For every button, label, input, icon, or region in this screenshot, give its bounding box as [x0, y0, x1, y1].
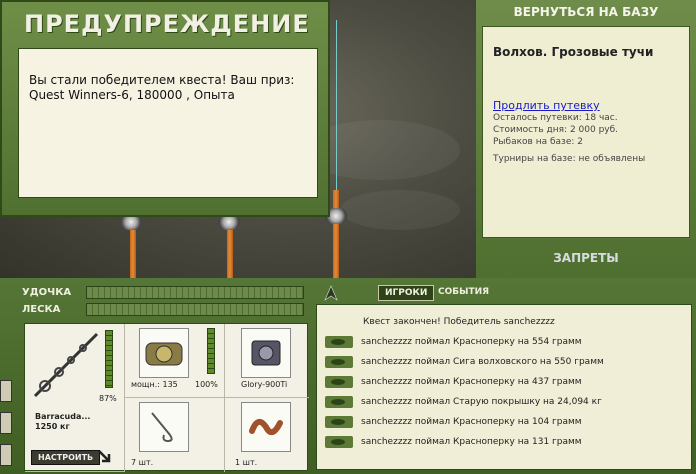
event-text: sanchezzzz поймал Красноперку на 104 гра… [361, 417, 582, 427]
rod-stand-2[interactable] [227, 225, 233, 278]
rod-stand-3[interactable] [333, 190, 339, 278]
collapse-arrow-icon[interactable] [324, 285, 338, 301]
list-item: sanchezzzz поймал Сига волховского на 55… [325, 354, 604, 370]
arrow-down-right-icon[interactable] [97, 449, 113, 465]
fish-icon [325, 376, 353, 388]
event-text: sanchezzzz поймал Красноперку на 437 гра… [361, 377, 582, 387]
side-button-1[interactable] [0, 380, 12, 402]
warning-message-line2: Quest Winners-6, 180000 , Опыта [29, 88, 235, 102]
fish-icon [325, 396, 353, 408]
bait-count: 1 шт. [235, 458, 258, 467]
list-item: sanchezzzz поймал Красноперку на 104 гра… [325, 414, 582, 430]
fish-icon [325, 336, 353, 348]
rod-durability-bar [105, 330, 113, 388]
side-button-2[interactable] [0, 412, 12, 434]
location-info: Волхов. Грозовые тучи Продлить путевку О… [482, 26, 690, 238]
reel-percent: 100% [195, 380, 218, 389]
event-text: sanchezzzz поймал Красноперку на 131 гра… [361, 437, 582, 447]
events-header: Квест закончен! Победитель sanchezzzz [363, 317, 555, 327]
event-text: sanchezzzz поймал Старую покрышку на 24,… [361, 397, 602, 407]
line-tension-bar [86, 303, 304, 316]
tab-events[interactable]: СОБЫТИЯ [432, 285, 495, 299]
list-item: sanchezzzz поймал Красноперку на 554 гра… [325, 334, 582, 350]
bait-slot[interactable]: 1 шт. [225, 398, 309, 472]
line-slot[interactable]: Glory-900Ti [225, 324, 309, 398]
events-tabbar: ИГРОКИ СОБЫТИЯ [316, 283, 692, 303]
warning-message: Вы стали победителем квеста! Ваш приз: Q… [18, 48, 318, 198]
worm-bait-icon [241, 402, 291, 452]
reel-slot[interactable]: мощн.: 135 100% [125, 324, 225, 398]
rod-tension-bar [86, 286, 304, 299]
fishing-line [336, 20, 337, 210]
gear-panel: 87% Barracuda... 1250 кг НАСТРОИТЬ мощн.… [24, 323, 309, 472]
warning-dialog: ПРЕДУПРЕЖДЕНИЕ Вы стали победителем квес… [0, 0, 330, 217]
anglers-count: Рыбаков на базе: 2 [493, 137, 583, 147]
remaining-permit: Осталось путевки: 18 час. [493, 113, 618, 123]
rod-tension-label: УДОЧКА [22, 287, 72, 298]
tune-button[interactable]: НАСТРОИТЬ [31, 450, 101, 465]
base-info-panel: ВЕРНУТЬСЯ НА БАЗУ Волхов. Грозовые тучи … [476, 0, 696, 278]
rod-name: Barracuda... [35, 412, 91, 421]
reel-power: мощн.: 135 [131, 380, 178, 389]
list-item: sanchezzzz поймал Старую покрышку на 24,… [325, 394, 602, 410]
rod-stand-1[interactable] [130, 225, 136, 278]
extend-permit-link[interactable]: Продлить путевку [493, 99, 681, 112]
location-name: Волхов. Грозовые тучи [493, 45, 654, 59]
rod-slot[interactable]: 87% Barracuda... 1250 кг НАСТРОИТЬ [25, 324, 125, 472]
hook-icon [139, 402, 189, 452]
left-toolbar [0, 282, 14, 472]
events-log: Квест закончен! Победитель sanchezzzz sa… [316, 304, 692, 470]
line-tension-label: ЛЕСКА [22, 304, 61, 315]
rod-percent: 87% [99, 394, 117, 403]
event-text: sanchezzzz поймал Красноперку на 554 гра… [361, 337, 582, 347]
hook-count: 7 шт. [131, 458, 154, 467]
fish-icon [325, 356, 353, 368]
tournaments-status: Турниры на базе: не объявлены [493, 154, 646, 164]
fish-icon [325, 416, 353, 428]
side-button-3[interactable] [0, 444, 12, 466]
list-item: sanchezzzz поймал Красноперку на 131 гра… [325, 434, 582, 450]
list-item: sanchezzzz поймал Красноперку на 437 гра… [325, 374, 582, 390]
return-to-base-button[interactable]: ВЕРНУТЬСЯ НА БАЗУ [476, 0, 696, 24]
warning-title: ПРЕДУПРЕЖДЕНИЕ [24, 10, 310, 38]
event-text: sanchezzzz поймал Сига волховского на 55… [361, 357, 604, 367]
rod-weight: 1250 кг [35, 422, 70, 431]
reel-durability-bar [207, 328, 215, 374]
tab-players[interactable]: ИГРОКИ [378, 285, 435, 301]
fish-icon [325, 436, 353, 448]
line-name: Glory-900Ti [241, 380, 288, 389]
fishing-line-spool-icon [241, 328, 291, 378]
warning-message-line1: Вы стали победителем квеста! Ваш приз: [29, 73, 295, 87]
rod-icon [33, 332, 99, 398]
day-cost: Стоимость дня: 2 000 руб. [493, 125, 619, 135]
hook-slot[interactable]: 7 шт. [125, 398, 225, 472]
reel-icon [139, 328, 189, 378]
bans-button[interactable]: ЗАПРЕТЫ [476, 246, 696, 270]
